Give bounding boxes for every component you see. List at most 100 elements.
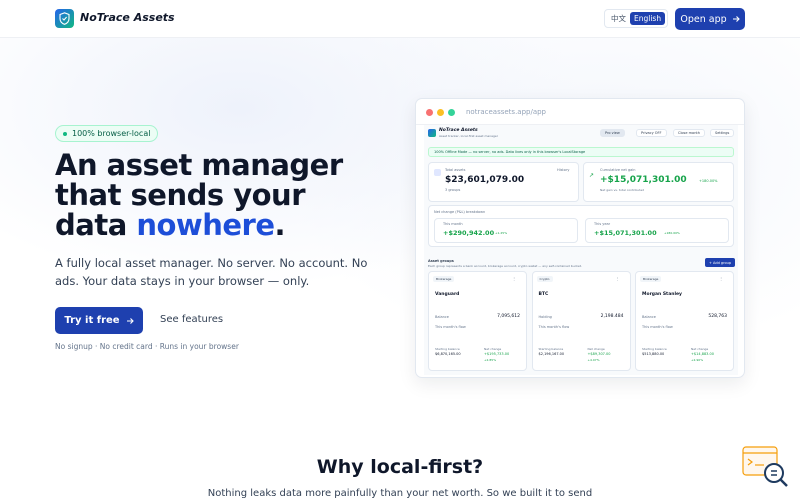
preview-brand: NoTrace Assets	[439, 128, 478, 133]
help-widget[interactable]	[742, 446, 790, 488]
maximize-dot-icon	[448, 109, 455, 116]
preview-app-body: NoTrace Assets Asset tracker, local-firs…	[424, 125, 738, 375]
this-month-label: This month	[443, 222, 463, 226]
group-balance: 7,095,612	[497, 314, 520, 319]
try-label: Try it free	[64, 315, 120, 326]
headline-line-2: that sends your	[55, 178, 306, 212]
status-dot-icon	[63, 131, 67, 136]
group-flow-label: This month's flow	[435, 325, 466, 329]
total-assets-label: Total assets	[445, 168, 466, 172]
this-year-value: +$15,071,301.00	[594, 229, 657, 237]
group-tag: Crypto	[536, 276, 553, 282]
top-nav: NoTrace Assets 中文 English Open app	[0, 0, 800, 38]
group-net-pct: +2.90%	[691, 358, 704, 362]
preview-add-group-button: + Add group	[705, 258, 736, 267]
group-net: +$89,307.00	[587, 352, 611, 356]
this-year-pct: +180.00%	[664, 231, 680, 235]
headline-prefix: data	[55, 208, 137, 242]
group-balance: 2,198.484	[600, 314, 624, 319]
group-balance-label: Balance	[435, 315, 449, 319]
asset-groups-sub: Each group represents a bank account, br…	[428, 264, 582, 268]
preview-net-change-card: Net change (P&L) breakdown This month +$…	[428, 205, 734, 247]
this-year-box: This year +$15,071,301.00 +180.00%	[585, 218, 729, 243]
preview-cumulative-card: ↗ Cumulative net gain +$15,071,301.00 +1…	[583, 162, 734, 202]
hero-headline: An asset manager that sends your data no…	[55, 150, 385, 240]
group-starting-label: Starting balance	[538, 347, 564, 351]
preview-privacy: Privacy OFF	[636, 129, 667, 137]
group-flow-label: This month's flow	[642, 325, 673, 329]
group-flow-label: This month's flow	[538, 325, 570, 329]
total-assets-value: $23,601,079.00	[445, 175, 525, 185]
preview-total-assets-card: Total assets History $23,601,079.00 3 gr…	[428, 162, 579, 202]
group-starting: $6,870,165.00	[435, 352, 461, 356]
this-month-box: This month +$290,942.00 +1.25%	[434, 218, 578, 243]
group-net-label: Net change	[587, 347, 605, 351]
wallet-icon	[434, 169, 441, 176]
asset-group-card: Crypto ⋮ BTC Holding 2,198.484 This month's f…	[531, 271, 631, 371]
group-net: +$14,883.00	[691, 352, 714, 356]
group-menu-icon: ⋮	[719, 276, 723, 281]
shield-icon	[59, 12, 70, 25]
preview-url: notraceassets.app/app	[466, 108, 547, 116]
history-label: History	[557, 168, 570, 172]
preview-pro-view: Pro view	[600, 129, 625, 137]
asset-group-card: Brokerage ⋮ Morgan Stanley Balance 528,763 Th…	[635, 271, 734, 371]
this-month-pct: +1.25%	[495, 231, 508, 235]
group-menu-icon: ⋮	[615, 276, 620, 281]
headline-highlight: nowhere	[136, 208, 275, 242]
app-preview-window: notraceassets.app/app NoTrace Assets Ass…	[415, 98, 745, 378]
open-app-button[interactable]: Open app	[675, 8, 745, 30]
headline-suffix: .	[274, 208, 286, 242]
asset-groups-label: Asset groups	[428, 259, 454, 263]
group-name: BTC	[538, 292, 549, 297]
arrow-right-icon	[732, 16, 740, 22]
net-change-label: Net change (P&L) breakdown	[434, 210, 486, 214]
brand-logo[interactable]	[55, 9, 74, 28]
cumulative-label: Cumulative net gain	[600, 168, 636, 172]
minimize-dot-icon	[437, 109, 444, 116]
brand-name[interactable]: NoTrace Assets	[80, 11, 175, 24]
cumulative-sub: Net gain vs. total contributed	[600, 188, 645, 192]
group-net-label: Net change	[484, 347, 502, 351]
see-features-link[interactable]: See features	[160, 314, 223, 325]
group-name: Vanguard	[435, 292, 460, 297]
group-tag: Brokerage	[640, 276, 662, 282]
hero-fineprint: No signup · No credit card · Runs in you…	[55, 342, 239, 351]
group-balance: 528,763	[708, 314, 727, 319]
group-net-pct: +2.85%	[484, 358, 497, 362]
lang-option-english[interactable]: English	[630, 12, 666, 25]
arrow-right-icon	[126, 317, 134, 324]
badge-label: 100% browser-local	[72, 129, 151, 138]
this-year-label: This year	[594, 222, 611, 226]
preview-tagline: Asset tracker, local-first asset manager	[439, 134, 498, 138]
why-section-title: Why local-first?	[316, 456, 484, 478]
group-starting: $2,196,167.00	[538, 352, 565, 356]
preview-titlebar: notraceassets.app/app	[416, 99, 744, 125]
group-starting: $513,880.00	[642, 352, 665, 356]
preview-close-month: Close month	[673, 129, 706, 137]
group-net-pct: +4.07%	[587, 358, 600, 362]
hero-subtext: A fully local asset manager. No server. …	[55, 256, 368, 288]
preview-offline-banner: 100% Offline Mode — no server, no ads. D…	[428, 147, 734, 157]
browser-local-badge: 100% browser-local	[55, 125, 159, 142]
preview-logo-icon	[428, 129, 436, 137]
group-name: Morgan Stanley	[642, 292, 682, 297]
group-balance-label: Holding	[538, 315, 552, 319]
group-net: +$195,733.00	[484, 352, 510, 356]
group-starting-label: Starting balance	[642, 347, 667, 351]
lang-option-chinese[interactable]: 中文	[607, 11, 630, 26]
asset-group-card: Brokerage ⋮ Vanguard Balance 7,095,612 This m…	[428, 271, 527, 371]
this-month-value: +$290,942.00	[443, 229, 495, 237]
cumulative-pct: +180.00%	[699, 179, 718, 183]
headline-line-3: data nowhere.	[55, 210, 385, 240]
group-starting-label: Starting balance	[435, 347, 460, 351]
total-assets-sub: 3 groups	[445, 188, 461, 192]
why-section-subtitle: Nothing leaks data more painfully than y…	[207, 488, 593, 499]
close-dot-icon	[426, 109, 433, 116]
try-it-free-button[interactable]: Try it free	[55, 307, 143, 334]
cumulative-value: +$15,071,301.00	[600, 175, 687, 185]
group-menu-icon: ⋮	[512, 276, 516, 281]
trend-up-icon: ↗	[589, 172, 595, 179]
open-app-label: Open app	[680, 13, 727, 25]
language-switcher: 中文 English	[604, 9, 669, 28]
